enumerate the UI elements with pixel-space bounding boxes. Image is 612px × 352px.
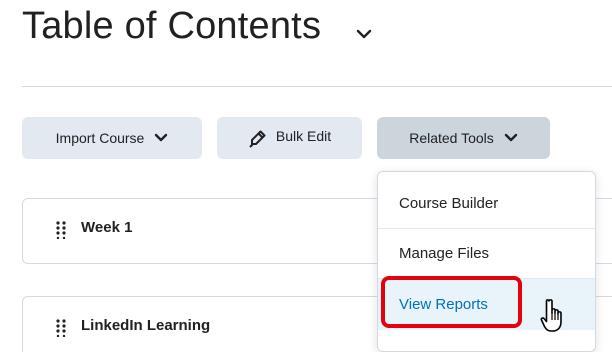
highlight-annotation: [381, 276, 522, 328]
pencil-icon: [249, 130, 266, 148]
title-divider: [22, 86, 612, 87]
menu-item-manage-files[interactable]: Manage Files: [378, 228, 595, 278]
page-title: Table of Contents: [22, 5, 322, 47]
chevron-down-icon: [155, 133, 168, 142]
bulk-edit-button[interactable]: Bulk Edit: [217, 117, 362, 159]
drag-handle-icon[interactable]: [56, 319, 66, 337]
module-title[interactable]: LinkedIn Learning: [81, 317, 210, 334]
menu-item-course-builder[interactable]: Course Builder: [378, 178, 595, 228]
related-tools-label: Related Tools: [409, 130, 494, 146]
import-course-label: Import Course: [55, 130, 145, 146]
bulk-edit-label: Bulk Edit: [275, 128, 332, 144]
title-chevron-icon[interactable]: [356, 28, 372, 40]
module-title[interactable]: Week 1: [81, 219, 132, 236]
hand-cursor-icon: [540, 299, 562, 332]
chevron-down-icon: [504, 133, 517, 142]
drag-handle-icon[interactable]: [56, 221, 66, 239]
import-course-button[interactable]: Import Course: [22, 117, 202, 159]
related-tools-button[interactable]: Related Tools: [377, 117, 550, 159]
